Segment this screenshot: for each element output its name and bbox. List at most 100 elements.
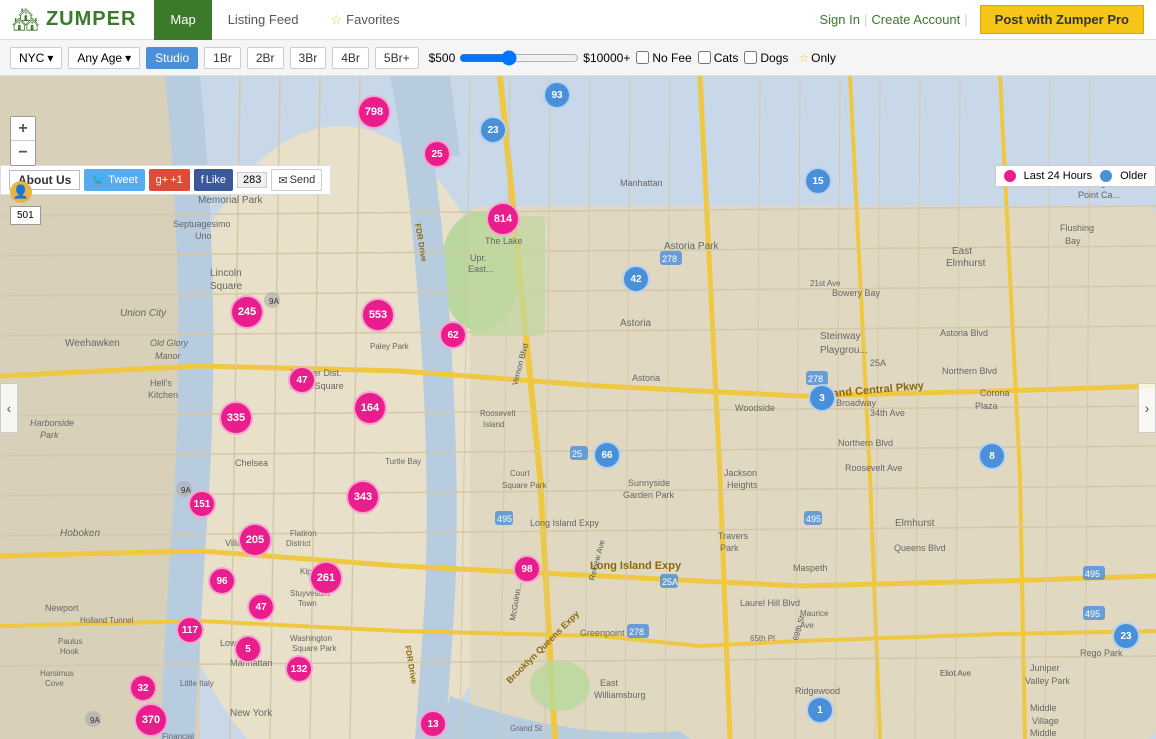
svg-text:Garden Park: Garden Park	[623, 490, 675, 500]
svg-text:495: 495	[1085, 609, 1100, 619]
city-filter[interactable]: NYC ▾	[10, 47, 62, 69]
map-cluster-marker[interactable]: 3	[808, 384, 836, 412]
map-cluster-marker[interactable]: 96	[208, 567, 236, 595]
post-with-zumper-button[interactable]: Post with Zumper Pro	[980, 5, 1144, 34]
svg-text:Woodside: Woodside	[735, 403, 775, 413]
svg-text:East: East	[600, 678, 619, 688]
svg-text:Hook: Hook	[60, 647, 80, 656]
dogs-filter[interactable]: Dogs	[744, 51, 788, 65]
svg-text:Manhattan: Manhattan	[620, 178, 663, 188]
tab-map[interactable]: Map	[154, 0, 211, 40]
3br-filter[interactable]: 3Br	[290, 47, 327, 69]
map-cluster-marker[interactable]: 32	[129, 674, 157, 702]
1br-filter[interactable]: 1Br	[204, 47, 241, 69]
svg-text:Hoboken: Hoboken	[60, 528, 100, 539]
svg-text:25A: 25A	[870, 358, 886, 368]
svg-text:Harborside: Harborside	[30, 418, 74, 428]
svg-text:The Lake: The Lake	[485, 236, 523, 246]
map-cluster-marker[interactable]: 93	[543, 81, 571, 109]
map-cluster-marker[interactable]: 245	[230, 295, 264, 329]
map-nav-left[interactable]: ‹	[0, 383, 18, 433]
map-cluster-marker[interactable]: 798	[357, 95, 391, 129]
map-cluster-marker[interactable]: 15	[804, 167, 832, 195]
studio-filter[interactable]: Studio	[146, 47, 198, 69]
svg-text:Paley Park: Paley Park	[370, 342, 410, 351]
svg-text:Astoria: Astoria	[620, 318, 652, 329]
map-cluster-marker[interactable]: 8	[978, 442, 1006, 470]
map-cluster-marker[interactable]: 151	[188, 490, 216, 518]
tweet-button[interactable]: 🐦 Tweet	[84, 169, 144, 191]
zoom-in-button[interactable]: +	[11, 117, 35, 141]
svg-text:Septuagesimo: Septuagesimo	[173, 219, 231, 229]
svg-text:Queens Blvd: Queens Blvd	[894, 543, 946, 553]
map-cluster-marker[interactable]: 47	[247, 593, 275, 621]
map-cluster-marker[interactable]: 164	[353, 391, 387, 425]
2br-filter[interactable]: 2Br	[247, 47, 284, 69]
map-cluster-marker[interactable]: 23	[479, 116, 507, 144]
svg-text:Town: Town	[298, 599, 317, 608]
map-cluster-marker[interactable]: 5	[234, 635, 262, 663]
map-type-control[interactable]: 501	[10, 206, 41, 225]
map-cluster-marker[interactable]: 62	[439, 321, 467, 349]
age-filter[interactable]: Any Age ▾	[68, 47, 140, 69]
logo-area: 🏘 ZUMPER	[12, 7, 136, 33]
map-nav-right[interactable]: ›	[1138, 383, 1156, 433]
create-account-link[interactable]: Create Account	[871, 12, 960, 27]
filter-bar: NYC ▾ Any Age ▾ Studio 1Br 2Br 3Br 4Br 5…	[0, 40, 1156, 76]
map-cluster-marker[interactable]: 205	[238, 523, 272, 557]
svg-text:East: East	[952, 246, 972, 257]
map-cluster-marker[interactable]: 23	[1112, 622, 1140, 650]
map-cluster-marker[interactable]: 132	[285, 655, 313, 683]
svg-text:Flatiron: Flatiron	[290, 529, 317, 538]
zoom-controls: + −	[10, 116, 36, 166]
map-cluster-marker[interactable]: 47	[288, 366, 316, 394]
map-cluster-marker[interactable]: 370	[134, 703, 168, 737]
header: 🏘 ZUMPER Map Listing Feed ☆ Favorites Si…	[0, 0, 1156, 40]
map-cluster-marker[interactable]: 98	[513, 555, 541, 583]
tab-listing-feed[interactable]: Listing Feed	[212, 0, 315, 40]
map-cluster-marker[interactable]: 1	[806, 696, 834, 724]
sign-in-link[interactable]: Sign In	[820, 12, 860, 27]
gplus-button[interactable]: g+ +1	[149, 169, 190, 191]
svg-text:Little Italy: Little Italy	[180, 679, 214, 688]
svg-text:New York: New York	[230, 708, 273, 719]
svg-text:Greenpoint: Greenpoint	[580, 628, 625, 638]
svg-text:Manor: Manor	[155, 351, 182, 361]
svg-text:Old Glory: Old Glory	[150, 338, 189, 348]
svg-text:Paulus: Paulus	[58, 637, 82, 646]
svg-text:Playgrou...: Playgrou...	[820, 345, 868, 356]
map-cluster-marker[interactable]: 343	[346, 480, 380, 514]
price-slider-min[interactable]	[459, 50, 579, 66]
zoom-out-button[interactable]: −	[11, 141, 35, 165]
svg-text:Roosevelt: Roosevelt	[480, 409, 516, 418]
svg-text:Hell's: Hell's	[150, 378, 172, 388]
map-cluster-marker[interactable]: 553	[361, 298, 395, 332]
map-cluster-marker[interactable]: 814	[486, 202, 520, 236]
street-view-icon[interactable]: 👤	[10, 181, 32, 203]
facebook-like-button[interactable]: f Like	[194, 169, 233, 191]
cats-filter[interactable]: Cats	[698, 51, 739, 65]
map-cluster-marker[interactable]: 42	[622, 265, 650, 293]
svg-text:Cove: Cove	[45, 679, 64, 688]
send-button[interactable]: ✉ Send	[271, 169, 322, 191]
no-fee-filter[interactable]: No Fee	[636, 51, 691, 65]
tab-favorites[interactable]: ☆ Favorites	[315, 0, 416, 40]
map-cluster-marker[interactable]: 117	[176, 616, 204, 644]
svg-text:Grand St: Grand St	[510, 724, 543, 733]
map-cluster-marker[interactable]: 335	[219, 401, 253, 435]
svg-text:Flushing: Flushing	[1060, 223, 1094, 233]
map-cluster-marker[interactable]: 66	[593, 441, 621, 469]
map-cluster-marker[interactable]: 261	[309, 561, 343, 595]
5br-filter[interactable]: 5Br+	[375, 47, 419, 69]
nav-tabs: Map Listing Feed ☆ Favorites	[154, 0, 415, 40]
map-cluster-marker[interactable]: 25	[423, 140, 451, 168]
svg-text:Square Park: Square Park	[502, 481, 547, 490]
legend-older-label: Older	[1120, 170, 1147, 182]
map-cluster-marker[interactable]: 13	[419, 710, 447, 738]
4br-filter[interactable]: 4Br	[332, 47, 369, 69]
map-container[interactable]: Union City Old Glory Manor Harborside Pa…	[0, 76, 1156, 739]
svg-text:278: 278	[662, 254, 677, 264]
svg-text:9A: 9A	[269, 297, 279, 306]
svg-text:Bowery Bay: Bowery Bay	[832, 288, 881, 298]
social-bar: About Us 🐦 Tweet g+ +1 f Like 283 ✉ Send	[0, 165, 331, 195]
